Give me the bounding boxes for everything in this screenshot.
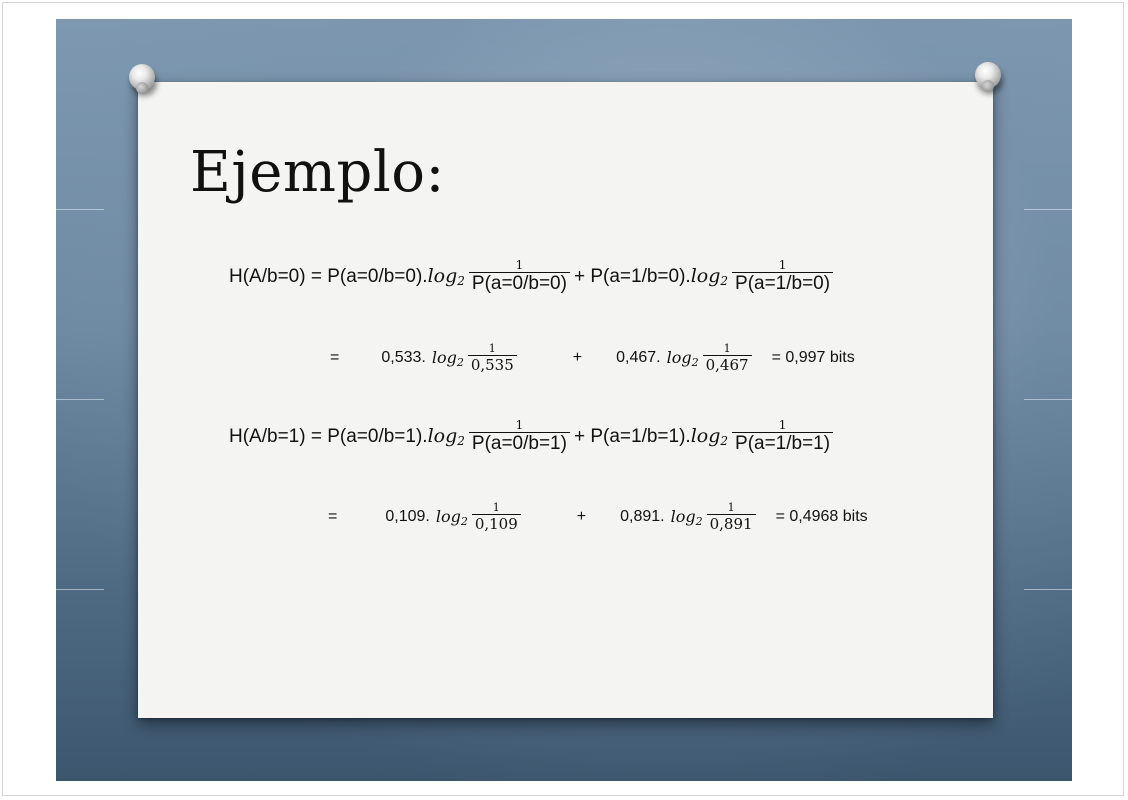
fraction-denominator: P(a=0/b=1) (468, 432, 570, 455)
log-term: log2 (431, 347, 464, 369)
guide-line (1024, 399, 1072, 400)
equation-h-b0: H(A/b=0) = P(a=0/b=0). log2 1 P(a=0/b=0)… (229, 258, 837, 295)
equation-mid: + P(a=1/b=0). (573, 265, 691, 287)
pushpin-icon (129, 64, 155, 94)
fraction: 1 P(a=1/b=1) (732, 418, 834, 455)
guide-line (56, 399, 104, 400)
log-term: log2 (690, 425, 729, 448)
guide-line (56, 209, 104, 210)
fraction-numerator: 1 (492, 501, 500, 514)
pushpin-icon (975, 62, 1001, 92)
fraction-numerator: 1 (488, 342, 496, 355)
fraction: 1 P(a=0/b=1) (468, 418, 570, 455)
guide-line (56, 589, 104, 590)
fraction: 1 0,109 (471, 501, 521, 533)
fraction: 1 P(a=0/b=0) (468, 258, 570, 295)
fraction-numerator: 1 (515, 258, 524, 272)
plus-sign: + (576, 508, 587, 525)
slide-title: Ejemplo: (190, 140, 445, 205)
equals-sign: = (330, 349, 340, 366)
coefficient: 0,891. (620, 508, 665, 525)
plus-sign: + (572, 349, 583, 366)
equation-mid: + P(a=1/b=1). (573, 425, 691, 447)
fraction-numerator: 1 (723, 342, 731, 355)
fraction-denominator: 0,535 (467, 355, 517, 374)
coefficient: 0,467. (616, 349, 661, 366)
guide-line (1024, 589, 1072, 590)
fraction-numerator: 1 (727, 501, 735, 514)
equation-values-b1: = 0,109. log2 1 0,109 + 0,891. log2 1 0,… (328, 501, 868, 533)
fraction-denominator: P(a=1/b=0) (732, 272, 834, 295)
log-term: log2 (435, 506, 468, 528)
coefficient: 0,109. (385, 508, 430, 525)
fraction-numerator: 1 (778, 418, 787, 432)
fraction-denominator: 0,109 (471, 514, 521, 533)
log-term: log2 (670, 506, 703, 528)
fraction-numerator: 1 (515, 418, 524, 432)
equals-sign: = (328, 508, 338, 525)
fraction-denominator: 0,467 (702, 355, 752, 374)
log-term: log2 (690, 265, 729, 288)
fraction: 1 0,535 (467, 342, 517, 374)
fraction-denominator: 0,891 (706, 514, 756, 533)
fraction: 1 P(a=1/b=0) (732, 258, 834, 295)
fraction-numerator: 1 (778, 258, 787, 272)
equation-values-b0: = 0,533. log2 1 0,535 + 0,467. log2 1 0,… (330, 342, 855, 374)
result-value: = 0,997 bits (771, 349, 855, 366)
log-term: log2 (427, 265, 465, 288)
log-term: log2 (427, 425, 465, 448)
equation-h-b1: H(A/b=1) = P(a=0/b=1). log2 1 P(a=0/b=1)… (229, 418, 837, 455)
fraction-denominator: P(a=0/b=0) (468, 272, 570, 295)
equation-lhs: H(A/b=0) = P(a=0/b=0). (229, 265, 428, 287)
log-term: log2 (666, 347, 699, 369)
guide-line (1024, 209, 1072, 210)
equation-lhs: H(A/b=1) = P(a=0/b=1). (229, 425, 428, 447)
fraction: 1 0,467 (702, 342, 752, 374)
fraction: 1 0,891 (706, 501, 756, 533)
coefficient: 0,533. (381, 349, 426, 366)
fraction-denominator: P(a=1/b=1) (732, 432, 834, 455)
result-value: = 0,4968 bits (775, 508, 868, 525)
